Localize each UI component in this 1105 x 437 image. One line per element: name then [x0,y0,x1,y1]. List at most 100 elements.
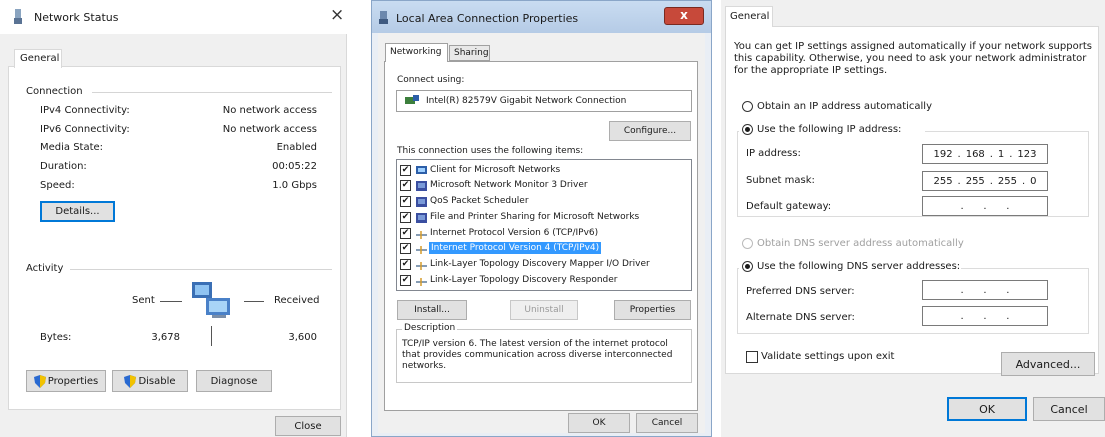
properties-button[interactable]: Properties [614,300,691,320]
ipv6-connectivity-value: No network access [222,124,317,135]
ipv6-connectivity-label: IPv6 Connectivity: [40,124,130,135]
item-label: QoS Packet Scheduler [430,196,529,206]
obtain-ip-auto-radio[interactable] [742,101,753,112]
close-icon[interactable]: × [330,5,344,25]
received-label: Received [274,295,320,306]
properties-button-label: Properties [47,375,99,387]
speed-value: 1.0 Gbps [272,180,317,191]
subnet-mask-label: Subnet mask: [746,175,815,186]
network-computers-icon [192,282,230,318]
obtain-dns-auto-radio[interactable] [742,238,753,249]
tab-sharing[interactable]: Sharing [449,45,490,61]
alternate-dns-label: Alternate DNS server: [746,312,855,323]
tab-label: General [730,11,770,22]
list-item[interactable]: ✔ File and Printer Sharing for Microsoft… [400,211,690,225]
validate-settings-checkbox[interactable] [746,351,758,363]
media-state-label: Media State: [40,142,104,153]
tab-label: Networking [390,47,442,57]
uninstall-button[interactable]: Uninstall [510,300,578,320]
uac-shield-icon [33,374,46,388]
ipv4-connectivity-label: IPv4 Connectivity: [40,105,130,116]
duration-value: 00:05:22 [272,161,317,172]
list-item[interactable]: ✔ Link-Layer Topology Discovery Mapper I… [400,258,690,272]
tab-networking[interactable]: Networking [385,43,448,62]
item-checkbox[interactable]: ✔ [400,228,411,239]
details-button[interactable]: Details... [40,201,115,222]
item-checkbox[interactable]: ✔ [400,196,411,207]
tab-general[interactable]: General [14,49,62,68]
preferred-dns-input[interactable]: ... [922,280,1048,300]
item-checkbox[interactable]: ✔ [400,180,411,191]
ipv4-connectivity-value: No network access [222,105,317,116]
window-title: Network Status [34,11,119,24]
item-checkbox[interactable]: ✔ [400,259,411,270]
item-checkbox[interactable]: ✔ [400,165,411,176]
item-label: Link-Layer Topology Discovery Mapper I/O… [430,259,650,269]
ipv4-properties-window: General You can get IP settings assigned… [721,0,1105,437]
validate-settings-label: Validate settings upon exit [761,351,895,362]
close-glyph: x [680,8,688,22]
list-item-selected[interactable]: ✔ Internet Protocol Version 4 (TCP/IPv4) [400,242,690,256]
item-label: Internet Protocol Version 6 (TCP/IPv6) [430,228,599,238]
list-item[interactable]: ✔ Client for Microsoft Networks [400,164,690,178]
close-button[interactable]: Close [275,416,341,436]
adapter-name: Intel(R) 82579V Gigabit Network Connecti… [426,96,627,106]
lac-properties-window: Local Area Connection Properties x Netwo… [371,0,712,437]
disable-button[interactable]: Disable [112,370,188,392]
driver-icon [416,213,427,223]
item-label: Client for Microsoft Networks [430,165,561,175]
driver-icon [416,197,427,207]
cancel-button[interactable]: Cancel [1033,397,1105,421]
media-state-value: Enabled [276,142,317,153]
sent-label: Sent [132,295,155,306]
title-bar: Network Status × [0,0,347,34]
item-label: Internet Protocol Version 4 (TCP/IPv4) [429,242,602,254]
ip-address-label: IP address: [746,148,801,159]
subnet-mask-input[interactable]: 255. 255. 255. 0 [922,171,1048,191]
protocol-icon [416,246,427,254]
tab-general[interactable]: General [725,6,773,27]
list-item[interactable]: ✔ Microsoft Network Monitor 3 Driver [400,179,690,193]
network-adapter-icon [379,11,388,24]
item-checkbox[interactable]: ✔ [400,212,411,223]
adapter-field: Intel(R) 82579V Gigabit Network Connecti… [396,90,692,112]
alternate-dns-input[interactable]: ... [922,306,1048,326]
properties-button[interactable]: Properties [26,370,106,392]
protocol-icon [416,231,427,239]
activity-heading: Activity [26,263,64,274]
general-tab-panel [8,66,341,410]
item-label: Microsoft Network Monitor 3 Driver [430,180,588,190]
obtain-ip-auto-label: Obtain an IP address automatically [757,101,933,112]
tab-label: General [20,53,60,64]
use-following-dns-label: Use the following DNS server addresses: [757,261,961,272]
intro-text: You can get IP settings assigned automat… [734,41,1092,76]
cancel-button[interactable]: Cancel [636,413,698,433]
configure-button[interactable]: Configure... [609,121,691,141]
network-adapter-icon [14,9,22,24]
ip-address-input[interactable]: 192. 168. 1. 123 [922,144,1048,164]
tab-label: Sharing [454,48,489,58]
item-label: Link-Layer Topology Discovery Responder [430,275,618,285]
default-gateway-input[interactable]: ... [922,196,1048,216]
adapter-icon [405,95,419,104]
bytes-label: Bytes: [40,332,72,343]
items-label: This connection uses the following items… [397,146,584,156]
close-icon[interactable]: x [664,7,704,25]
description-text: TCP/IP version 6. The latest version of … [402,339,673,371]
default-gateway-label: Default gateway: [746,201,832,212]
use-following-ip-radio[interactable] [742,124,753,135]
ok-button[interactable]: OK [947,397,1027,421]
list-item[interactable]: ✔ Internet Protocol Version 6 (TCP/IPv6) [400,227,690,241]
use-following-dns-radio[interactable] [742,261,753,272]
obtain-dns-auto-label: Obtain DNS server address automatically [757,238,964,249]
disable-button-label: Disable [138,375,176,387]
diagnose-button[interactable]: Diagnose [196,370,272,392]
list-item[interactable]: ✔ QoS Packet Scheduler [400,195,690,209]
install-button[interactable]: Install... [397,300,467,320]
item-checkbox[interactable]: ✔ [400,243,411,254]
item-checkbox[interactable]: ✔ [400,275,411,286]
advanced-button[interactable]: Advanced... [1001,352,1095,376]
ok-button[interactable]: OK [568,413,630,433]
preferred-dns-label: Preferred DNS server: [746,286,855,297]
list-item[interactable]: ✔ Link-Layer Topology Discovery Responde… [400,274,690,288]
